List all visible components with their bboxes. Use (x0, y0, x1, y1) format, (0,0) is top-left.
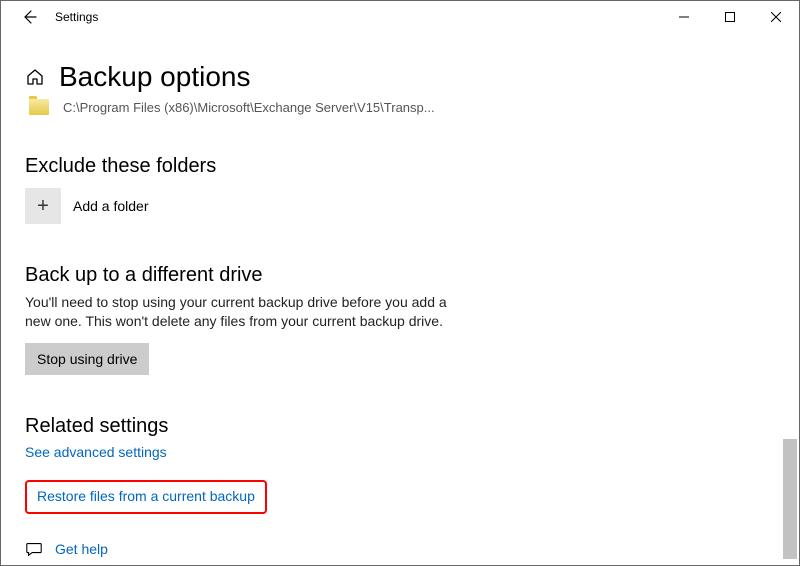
folder-icon (29, 99, 49, 115)
page-title: Backup options (59, 61, 250, 93)
add-folder-button[interactable]: + Add a folder (25, 188, 775, 224)
different-drive-description: You'll need to stop using your current b… (25, 293, 465, 331)
restore-highlight: Restore files from a current backup (25, 480, 267, 514)
back-button[interactable] (9, 1, 49, 33)
close-button[interactable] (753, 1, 799, 33)
see-advanced-settings-link[interactable]: See advanced settings (25, 444, 167, 460)
titlebar: Settings (1, 1, 799, 33)
window-controls (661, 1, 799, 33)
get-help-link[interactable]: Get help (55, 541, 108, 557)
home-icon[interactable] (25, 67, 45, 87)
maximize-button[interactable] (707, 1, 753, 33)
window-title: Settings (49, 10, 98, 24)
backup-folder-item[interactable]: C:\Program Files (x86)\Microsoft\Exchang… (29, 99, 775, 115)
scrollbar[interactable] (783, 37, 797, 559)
close-icon (771, 12, 781, 22)
minimize-button[interactable] (661, 1, 707, 33)
page-header: Backup options (25, 61, 775, 93)
get-help-row[interactable]: Get help (25, 540, 775, 558)
plus-icon: + (25, 188, 61, 224)
related-settings-heading: Related settings (25, 415, 775, 438)
different-drive-heading: Back up to a different drive (25, 264, 775, 287)
stop-using-drive-button[interactable]: Stop using drive (25, 343, 149, 375)
chat-help-icon (25, 540, 43, 558)
restore-files-link[interactable]: Restore files from a current backup (37, 488, 255, 504)
content-area: Backup options C:\Program Files (x86)\Mi… (1, 33, 799, 558)
arrow-left-icon (21, 9, 37, 25)
maximize-icon (725, 12, 735, 22)
exclude-heading: Exclude these folders (25, 155, 775, 178)
minimize-icon (679, 12, 689, 22)
folder-path: C:\Program Files (x86)\Microsoft\Exchang… (63, 100, 435, 115)
scrollbar-thumb[interactable] (783, 439, 797, 559)
add-folder-label: Add a folder (73, 198, 149, 214)
